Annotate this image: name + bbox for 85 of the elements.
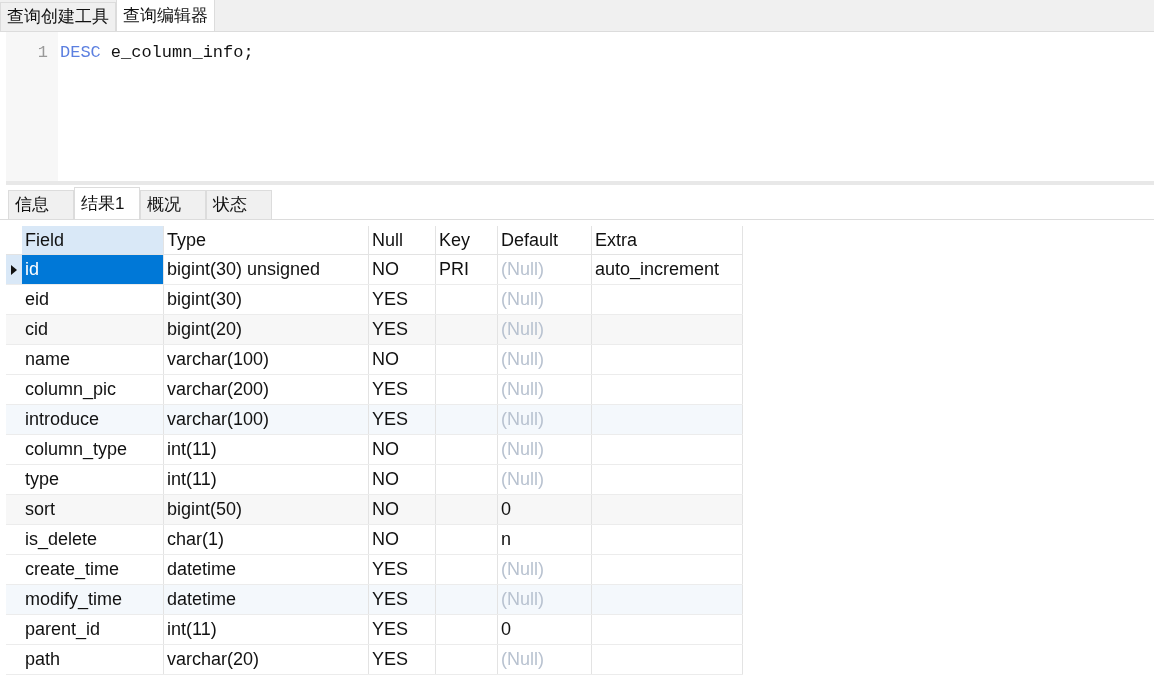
table-cell-text: NO <box>372 438 399 461</box>
result-tab[interactable]: 状态 <box>206 190 272 219</box>
table-row[interactable]: modify_time datetime YES (Null) <box>6 585 743 615</box>
result-tab[interactable]: 结果1 <box>74 187 140 219</box>
table-cell-text: NO <box>372 258 399 281</box>
table-cell-text: (Null) <box>501 408 544 431</box>
table-cell-text: n <box>501 528 511 551</box>
table-cell-text: NO <box>372 498 399 521</box>
table-cell-text: YES <box>372 318 409 341</box>
table-row[interactable]: is_delete char(1) NO n <box>6 525 743 555</box>
current-row-icon <box>11 264 17 275</box>
table-row[interactable]: type int(11) NO (Null) <box>6 465 743 495</box>
table-cell-text: (Null) <box>501 378 544 401</box>
table-cell-text: datetime <box>167 558 237 581</box>
table-cell-text: (Null) <box>501 258 544 281</box>
result-tab[interactable]: 信息 <box>8 190 74 219</box>
table-cell-text: is_delete <box>25 528 98 552</box>
table-cell-text: (Null) <box>501 318 544 341</box>
table-cell-text: introduce <box>25 408 100 431</box>
table-cell-text: YES <box>372 408 409 431</box>
table-cell-text: datetime <box>167 588 237 611</box>
table-row[interactable]: introduce varchar(100) YES (Null) <box>6 405 743 435</box>
table-row[interactable]: sort bigint(50) NO 0 <box>6 495 743 525</box>
line-number: 1 <box>37 42 48 64</box>
column-header[interactable]: Field <box>22 226 164 254</box>
table-cell-text: create_time <box>25 558 120 582</box>
result-tab[interactable]: 概况 <box>140 190 206 219</box>
table-cell-text: int(11) <box>167 438 217 461</box>
table-cell-text: bigint(30) unsigned <box>167 258 321 281</box>
editor-tab[interactable]: 查询编辑器 <box>116 0 215 31</box>
table-cell-text: bigint(30) <box>167 288 243 311</box>
table-row[interactable]: id bigint(30) unsigned NO PRI (Null) auto_increment <box>6 255 743 285</box>
table-cell-text: NO <box>372 348 399 371</box>
table-cell-text: (Null) <box>501 468 544 491</box>
table-cell-text: (Null) <box>501 588 544 611</box>
column-header[interactable]: Type <box>164 226 369 254</box>
editor-tab[interactable]: 查询创建工具 <box>0 2 116 31</box>
row-header[interactable] <box>6 255 22 284</box>
table-row[interactable]: path varchar(20) YES (Null) <box>6 645 743 675</box>
table-cell-text: modify_time <box>25 588 123 612</box>
table-cell-text: 0 <box>501 498 511 521</box>
table-cell-text: (Null) <box>501 558 544 581</box>
table-cell-text: NO <box>372 528 399 551</box>
table-cell-text: column_type <box>25 438 128 462</box>
table-cell-text: PRI <box>439 258 469 281</box>
table-cell-text: YES <box>372 648 409 671</box>
table-cell-text: (Null) <box>501 288 544 311</box>
table-cell-text: YES <box>372 288 409 311</box>
table-cell-text: varchar(20) <box>167 648 260 671</box>
table-cell-text: varchar(100) <box>167 408 270 431</box>
table-cell-text: int(11) <box>167 468 217 491</box>
table-row[interactable]: name varchar(100) NO (Null) <box>6 345 743 375</box>
table-cell-text: sort <box>25 498 55 521</box>
table-cell-text: parent_id <box>25 618 101 642</box>
table-row[interactable]: eid bigint(30) YES (Null) <box>6 285 743 315</box>
table-cell-text: varchar(100) <box>167 348 270 371</box>
table-cell-text: (Null) <box>501 348 544 371</box>
table-cell-text: YES <box>372 558 409 581</box>
table-cell-text: column_pic <box>25 378 117 402</box>
table-cell-text: 0 <box>501 618 511 641</box>
table-cell-text: auto_increment <box>595 258 720 282</box>
table-cell-text: cid <box>25 318 48 341</box>
table-cell-text: (Null) <box>501 438 544 461</box>
table-row[interactable]: column_type int(11) NO (Null) <box>6 435 743 465</box>
table-cell-text: NO <box>372 468 399 491</box>
table-row[interactable]: cid bigint(20) YES (Null) <box>6 315 743 345</box>
table-cell-text: name <box>25 348 71 371</box>
table-cell-text: eid <box>25 288 50 311</box>
table-cell-text: int(11) <box>167 618 217 641</box>
table-cell-text: char(1) <box>167 528 224 551</box>
table-cell-text: (Null) <box>501 648 544 671</box>
sql-text: e_column_info; <box>110 42 254 64</box>
table-cell-text: YES <box>372 618 409 641</box>
table-cell-text: varchar(200) <box>167 378 270 401</box>
table-row[interactable]: create_time datetime YES (Null) <box>6 555 743 585</box>
table-cell-text: id <box>25 258 39 281</box>
table-cell-text: YES <box>372 378 409 401</box>
table-cell-text: path <box>25 648 61 671</box>
table-row[interactable]: parent_id int(11) YES 0 <box>6 615 743 645</box>
table-cell-text: bigint(20) <box>167 318 243 341</box>
table-cell-text: type <box>25 468 60 491</box>
table-cell-text: bigint(50) <box>167 498 243 521</box>
table-cell-text: YES <box>372 588 409 611</box>
table-row[interactable]: column_pic varchar(200) YES (Null) <box>6 375 743 405</box>
sql-keyword: DESC <box>60 42 101 64</box>
